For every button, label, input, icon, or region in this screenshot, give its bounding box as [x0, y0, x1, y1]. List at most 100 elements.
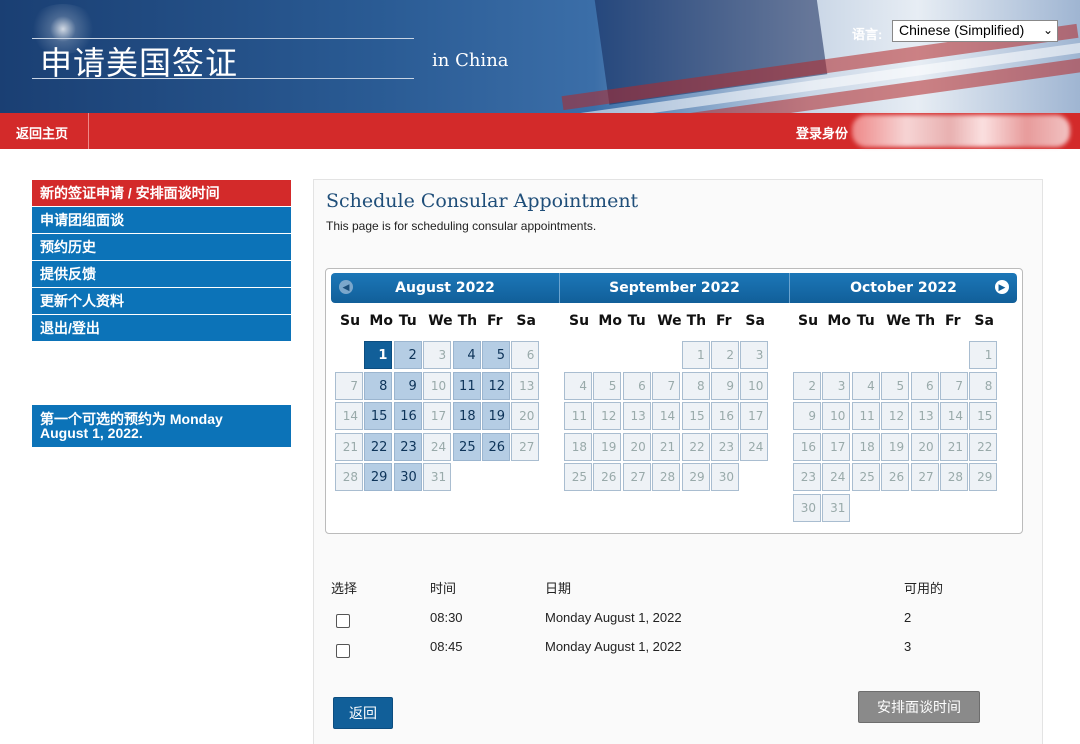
column-header-date: 日期 [545, 581, 572, 596]
calendar-day: 22 [681, 432, 710, 461]
calendar-day: 27 [622, 463, 651, 492]
slot-date: Monday August 1, 2022 [545, 610, 682, 625]
weekday-label: Mo [827, 313, 851, 329]
calendar-day-available[interactable]: 8 [364, 371, 393, 400]
calendar-day: 28 [940, 463, 968, 492]
calendar-day: 7 [652, 371, 681, 400]
calendar-day-available[interactable]: 4 [452, 341, 481, 369]
calendar-day: 14 [335, 402, 363, 431]
sidebar-item-appointment-history[interactable]: 预约历史 [32, 234, 291, 261]
calendar-day: 6 [622, 371, 651, 400]
calendar-day: 28 [335, 463, 363, 492]
calendar-day: 1 [969, 341, 998, 369]
calendar-day: 4 [851, 371, 880, 400]
calendar-day: 30 [793, 494, 821, 522]
weekday-label: Tu [627, 313, 646, 329]
calendar-day: 24 [740, 432, 769, 461]
calendar-day: 5 [593, 371, 622, 400]
month-header: October 2022 [790, 273, 1017, 303]
calendar-day: 21 [652, 432, 681, 461]
weekday-label: Th [915, 313, 936, 329]
calendar-day: 3 [822, 371, 851, 400]
language-select[interactable]: Chinese (Simplified) ⌄ [892, 20, 1058, 42]
calendar-day-available[interactable]: 2 [393, 341, 422, 369]
slot-checkbox[interactable] [336, 614, 350, 628]
weekday-label: Mo [598, 313, 622, 329]
slot-time: 08:45 [430, 639, 463, 654]
calendar-day-available[interactable]: 5 [482, 341, 510, 369]
month-title: October 2022 [850, 280, 957, 296]
appointment-calendar: August 2022 September 2022 October 2022 … [325, 268, 1023, 534]
calendar-day-available[interactable]: 23 [393, 432, 422, 461]
calendar-day: 5 [881, 371, 910, 400]
calendar-day: 3 [423, 341, 452, 369]
calendar-day: 7 [940, 371, 968, 400]
weekday-label: Su [798, 313, 819, 329]
page-subtitle: This page is for scheduling consular app… [326, 219, 597, 233]
weekday-label: Sa [745, 313, 765, 329]
calendar-day: 30 [711, 463, 739, 492]
calendar-day: 9 [711, 371, 739, 400]
header-banner: 申请美国签证 in China 语言: Chinese (Simplified)… [0, 0, 1080, 113]
calendar-day: 10 [822, 402, 851, 431]
calendar-day: 26 [881, 463, 910, 492]
calendar-day: 17 [423, 402, 452, 431]
calendar-day-available[interactable]: 15 [364, 402, 393, 431]
weekday-label: Su [569, 313, 590, 329]
calendar-day-available[interactable]: 30 [393, 463, 422, 492]
calendar-day: 20 [511, 402, 540, 431]
sidebar-item-logout[interactable]: 退出/登出 [32, 315, 291, 342]
weekday-label: Sa [516, 313, 536, 329]
calendar-day-available[interactable]: 18 [452, 402, 481, 431]
calendar-day: 29 [681, 463, 710, 492]
calendar-day-available[interactable]: 11 [452, 371, 481, 400]
calendar-day-available[interactable]: 16 [393, 402, 422, 431]
calendar-day-available[interactable]: 25 [452, 432, 481, 461]
slot-available: 2 [904, 610, 912, 625]
calendar-day: 26 [593, 463, 622, 492]
calendar-day-available[interactable]: 22 [364, 432, 393, 461]
schedule-appointment-button[interactable]: 安排面谈时间 [858, 691, 980, 723]
first-available-notice: 第一个可选的预约为 Monday August 1, 2022. [32, 405, 291, 447]
home-link[interactable]: 返回主页 [16, 123, 68, 142]
calendar-day-available[interactable]: 26 [482, 432, 510, 461]
calendar-day: 11 [564, 402, 592, 431]
month-title: August 2022 [395, 280, 495, 296]
calendar-day: 2 [711, 341, 739, 369]
calendar-day-available[interactable]: 9 [393, 371, 422, 400]
next-month-icon[interactable]: ▶ [995, 280, 1009, 294]
notice-line: August 1, 2022. [40, 425, 143, 441]
calendar-day-available[interactable]: 19 [482, 402, 510, 431]
calendar-day: 25 [564, 463, 592, 492]
calendar-day: 27 [511, 432, 540, 461]
calendar-day: 8 [969, 371, 998, 400]
calendar-day: 3 [740, 341, 769, 369]
sidebar-item-group-interview[interactable]: 申请团组面谈 [32, 207, 291, 234]
weekday-label: Th [686, 313, 707, 329]
sidebar-item-new-application[interactable]: 新的签证申请 / 安排面谈时间 [32, 180, 291, 207]
prev-month-icon[interactable]: ◀ [339, 280, 353, 294]
back-button[interactable]: 返回 [333, 697, 393, 729]
calendar-day: 25 [851, 463, 880, 492]
divider [88, 113, 89, 149]
column-header-select: 选择 [331, 581, 358, 596]
calendar-day: 29 [969, 463, 998, 492]
calendar-day: 18 [851, 432, 880, 461]
weekday-label: We [886, 313, 911, 329]
calendar-day-available[interactable]: 12 [482, 371, 510, 400]
weekday-label: Fr [945, 313, 961, 329]
calendar-day: 21 [940, 432, 968, 461]
sidebar-item-update-profile[interactable]: 更新个人资料 [32, 288, 291, 315]
title-rule [32, 78, 414, 79]
weekday-label: Su [340, 313, 361, 329]
slot-checkbox[interactable] [336, 644, 350, 658]
calendar-day-available[interactable]: 29 [364, 463, 393, 492]
calendar-day: 14 [652, 402, 681, 431]
calendar-day: 15 [969, 402, 998, 431]
notice-line: 第一个可选的预约为 Monday [40, 411, 223, 427]
weekday-label: We [428, 313, 453, 329]
calendar-day: 4 [564, 371, 592, 400]
calendar-day: 7 [335, 371, 363, 400]
sidebar-item-feedback[interactable]: 提供反馈 [32, 261, 291, 288]
calendar-day-selected[interactable]: 1 [364, 341, 393, 369]
